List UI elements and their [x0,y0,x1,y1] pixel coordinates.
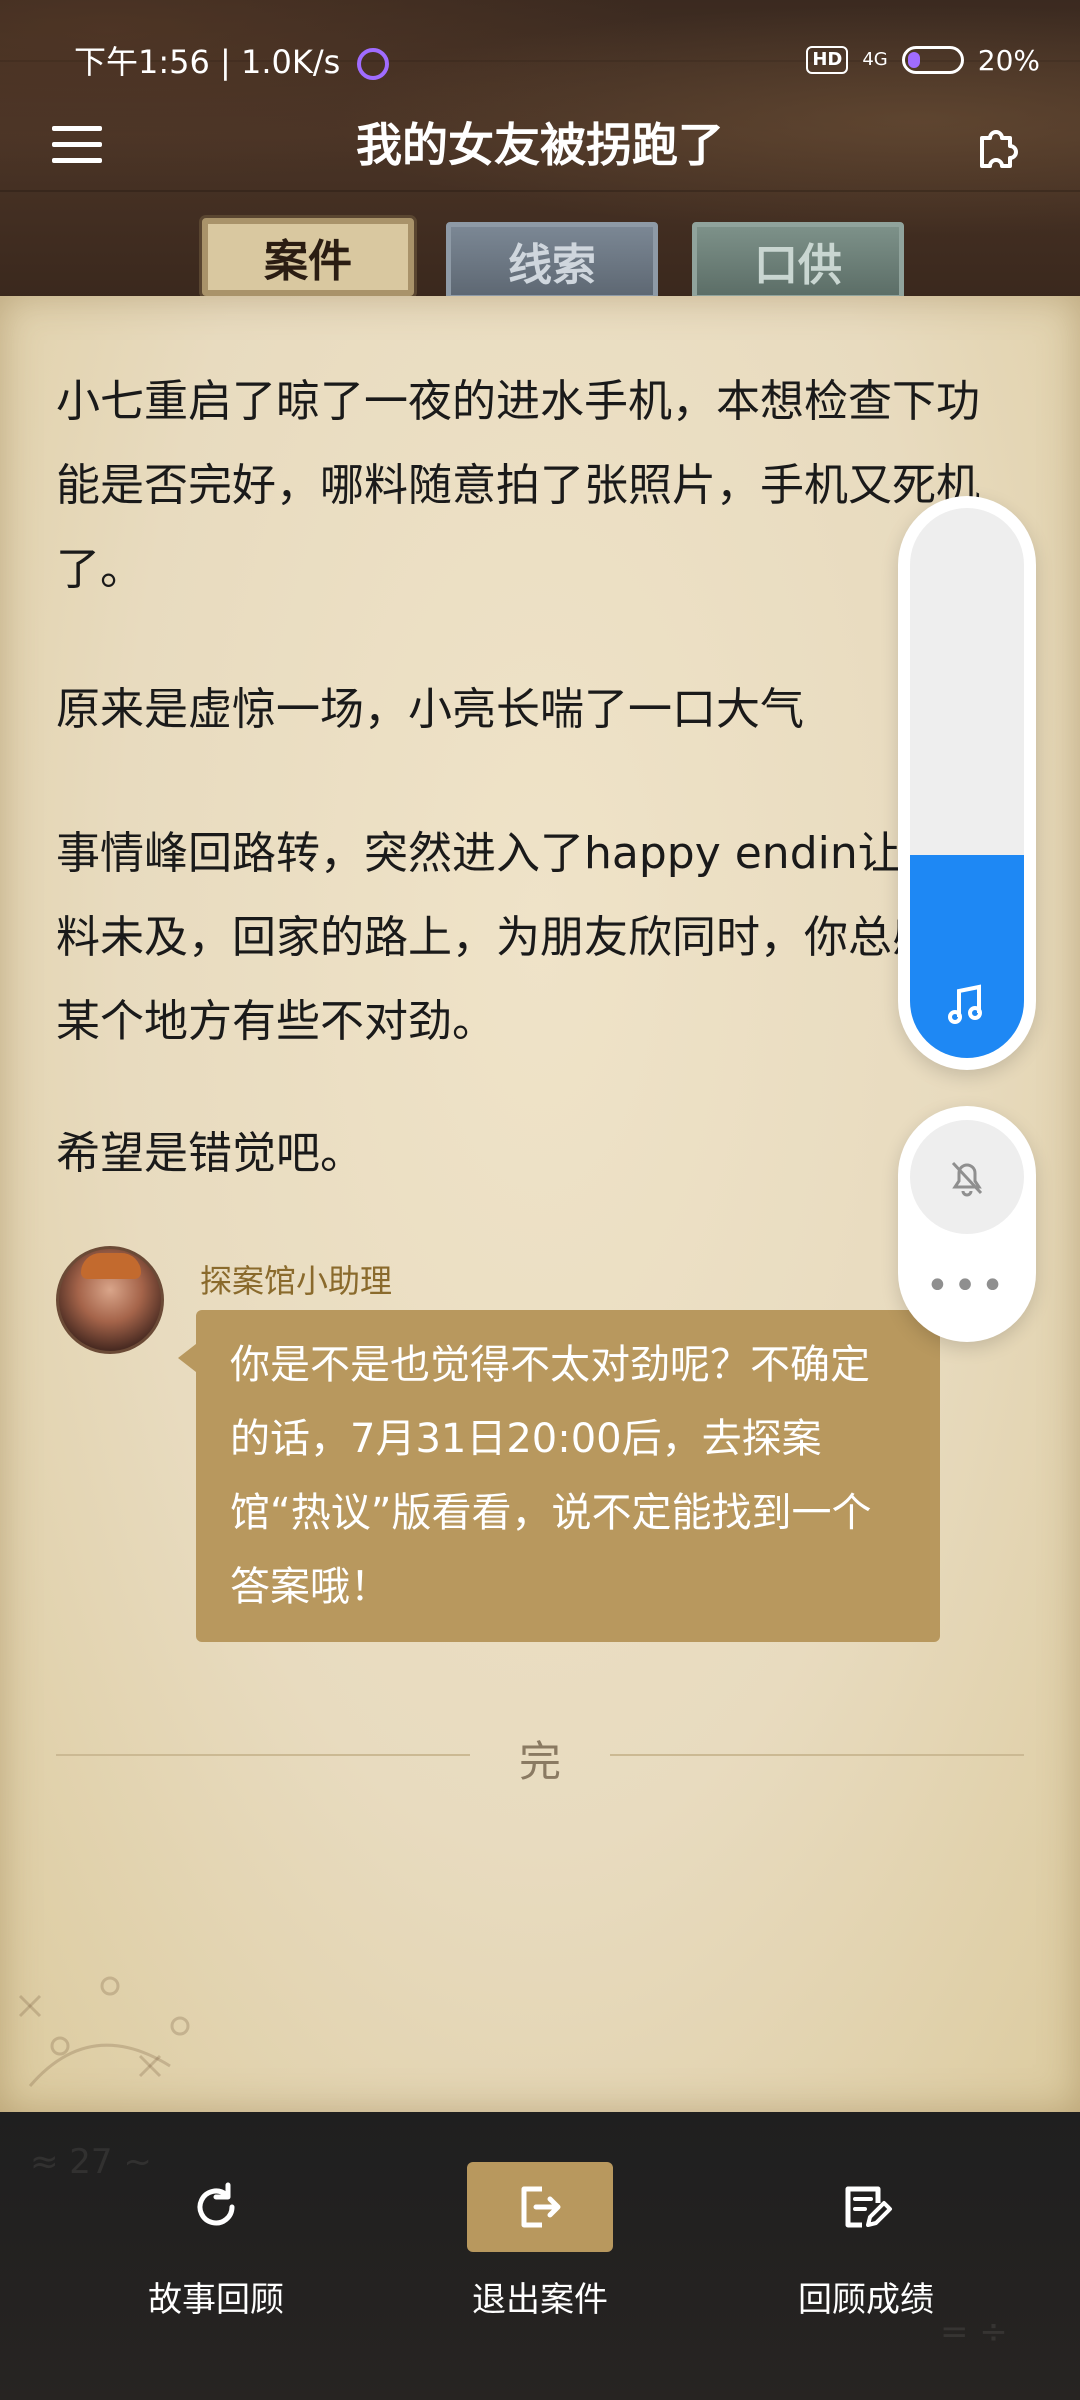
top-bar: 下午1:56 | 1.0K/s HD 4G 20% 我的女友被拐跑了 案件 线索… [0,0,1080,300]
app-header: 我的女友被拐跑了 [0,110,1080,180]
story-review-button[interactable]: 故事回顾 [96,2162,336,2321]
decorative-sketch [0,1936,300,2116]
assistant-avatar[interactable] [56,1246,164,1354]
nav-label: 故事回顾 [148,2280,284,2320]
page-title: 我的女友被拐跑了 [356,118,724,172]
assistant-message-bubble: 你是不是也觉得不太对劲呢？不确定的话，7月31日20:00后，去探案馆“热议”版… [178,1310,940,1642]
edit-document-icon [820,2162,912,2252]
end-marker: 完 [518,1737,561,1786]
tab-clues[interactable]: 线索 [446,222,658,300]
volume-slider[interactable] [910,508,1024,1058]
alarm-icon [356,48,389,80]
battery-percent: 20% [977,43,1040,77]
story-paragraph: 希望是错觉吧。 [56,1128,364,1179]
story-paragraph: 原来是虚惊一场，小亮长喘了一口大气 [56,684,804,735]
music-volume-panel[interactable] [898,496,1036,1070]
nav-label: 退出案件 [472,2280,608,2320]
tab-testimony[interactable]: 口供 [692,222,904,300]
status-time: 下午1:56 | 1.0K/s [74,37,806,83]
bell-off-icon[interactable] [910,1120,1024,1234]
network-signal-icon: 4G [862,49,888,70]
exit-icon [467,2162,613,2252]
battery-icon [901,46,964,74]
story-paragraph: 事情峰回路转，突然进入了happy endin让你始料未及，回家的路上，为朋友欣… [56,828,990,1047]
hd-badge: HD [806,46,849,74]
nav-label: 回顾成绩 [798,2280,934,2320]
action-panel: ••• [898,1106,1036,1342]
tab-cases[interactable]: 案件 [202,218,414,296]
refresh-icon [170,2162,262,2252]
bottom-nav: ≈ 27 ~ = ÷ 故事回顾 退出案件 回顾成绩 [0,2112,1080,2400]
divider [610,1754,1024,1756]
story-paragraph: 小七重启了晾了一夜的进水手机，本想检查下功能是否完好，哪料随意拍了张照片，手机又… [56,376,980,595]
puzzle-icon[interactable] [974,122,1022,170]
divider [56,1754,470,1756]
status-bar: 下午1:56 | 1.0K/s HD 4G 20% [74,38,1040,82]
more-options-button[interactable]: ••• [910,1256,1024,1316]
exit-case-button[interactable]: 退出案件 [420,2162,660,2321]
music-note-icon[interactable] [910,983,1024,1038]
assistant-name: 探案馆小助理 [200,1262,393,1300]
status-time-text: 下午1:56 | 1.0K/s [74,43,341,81]
score-review-button[interactable]: 回顾成绩 [746,2162,986,2321]
